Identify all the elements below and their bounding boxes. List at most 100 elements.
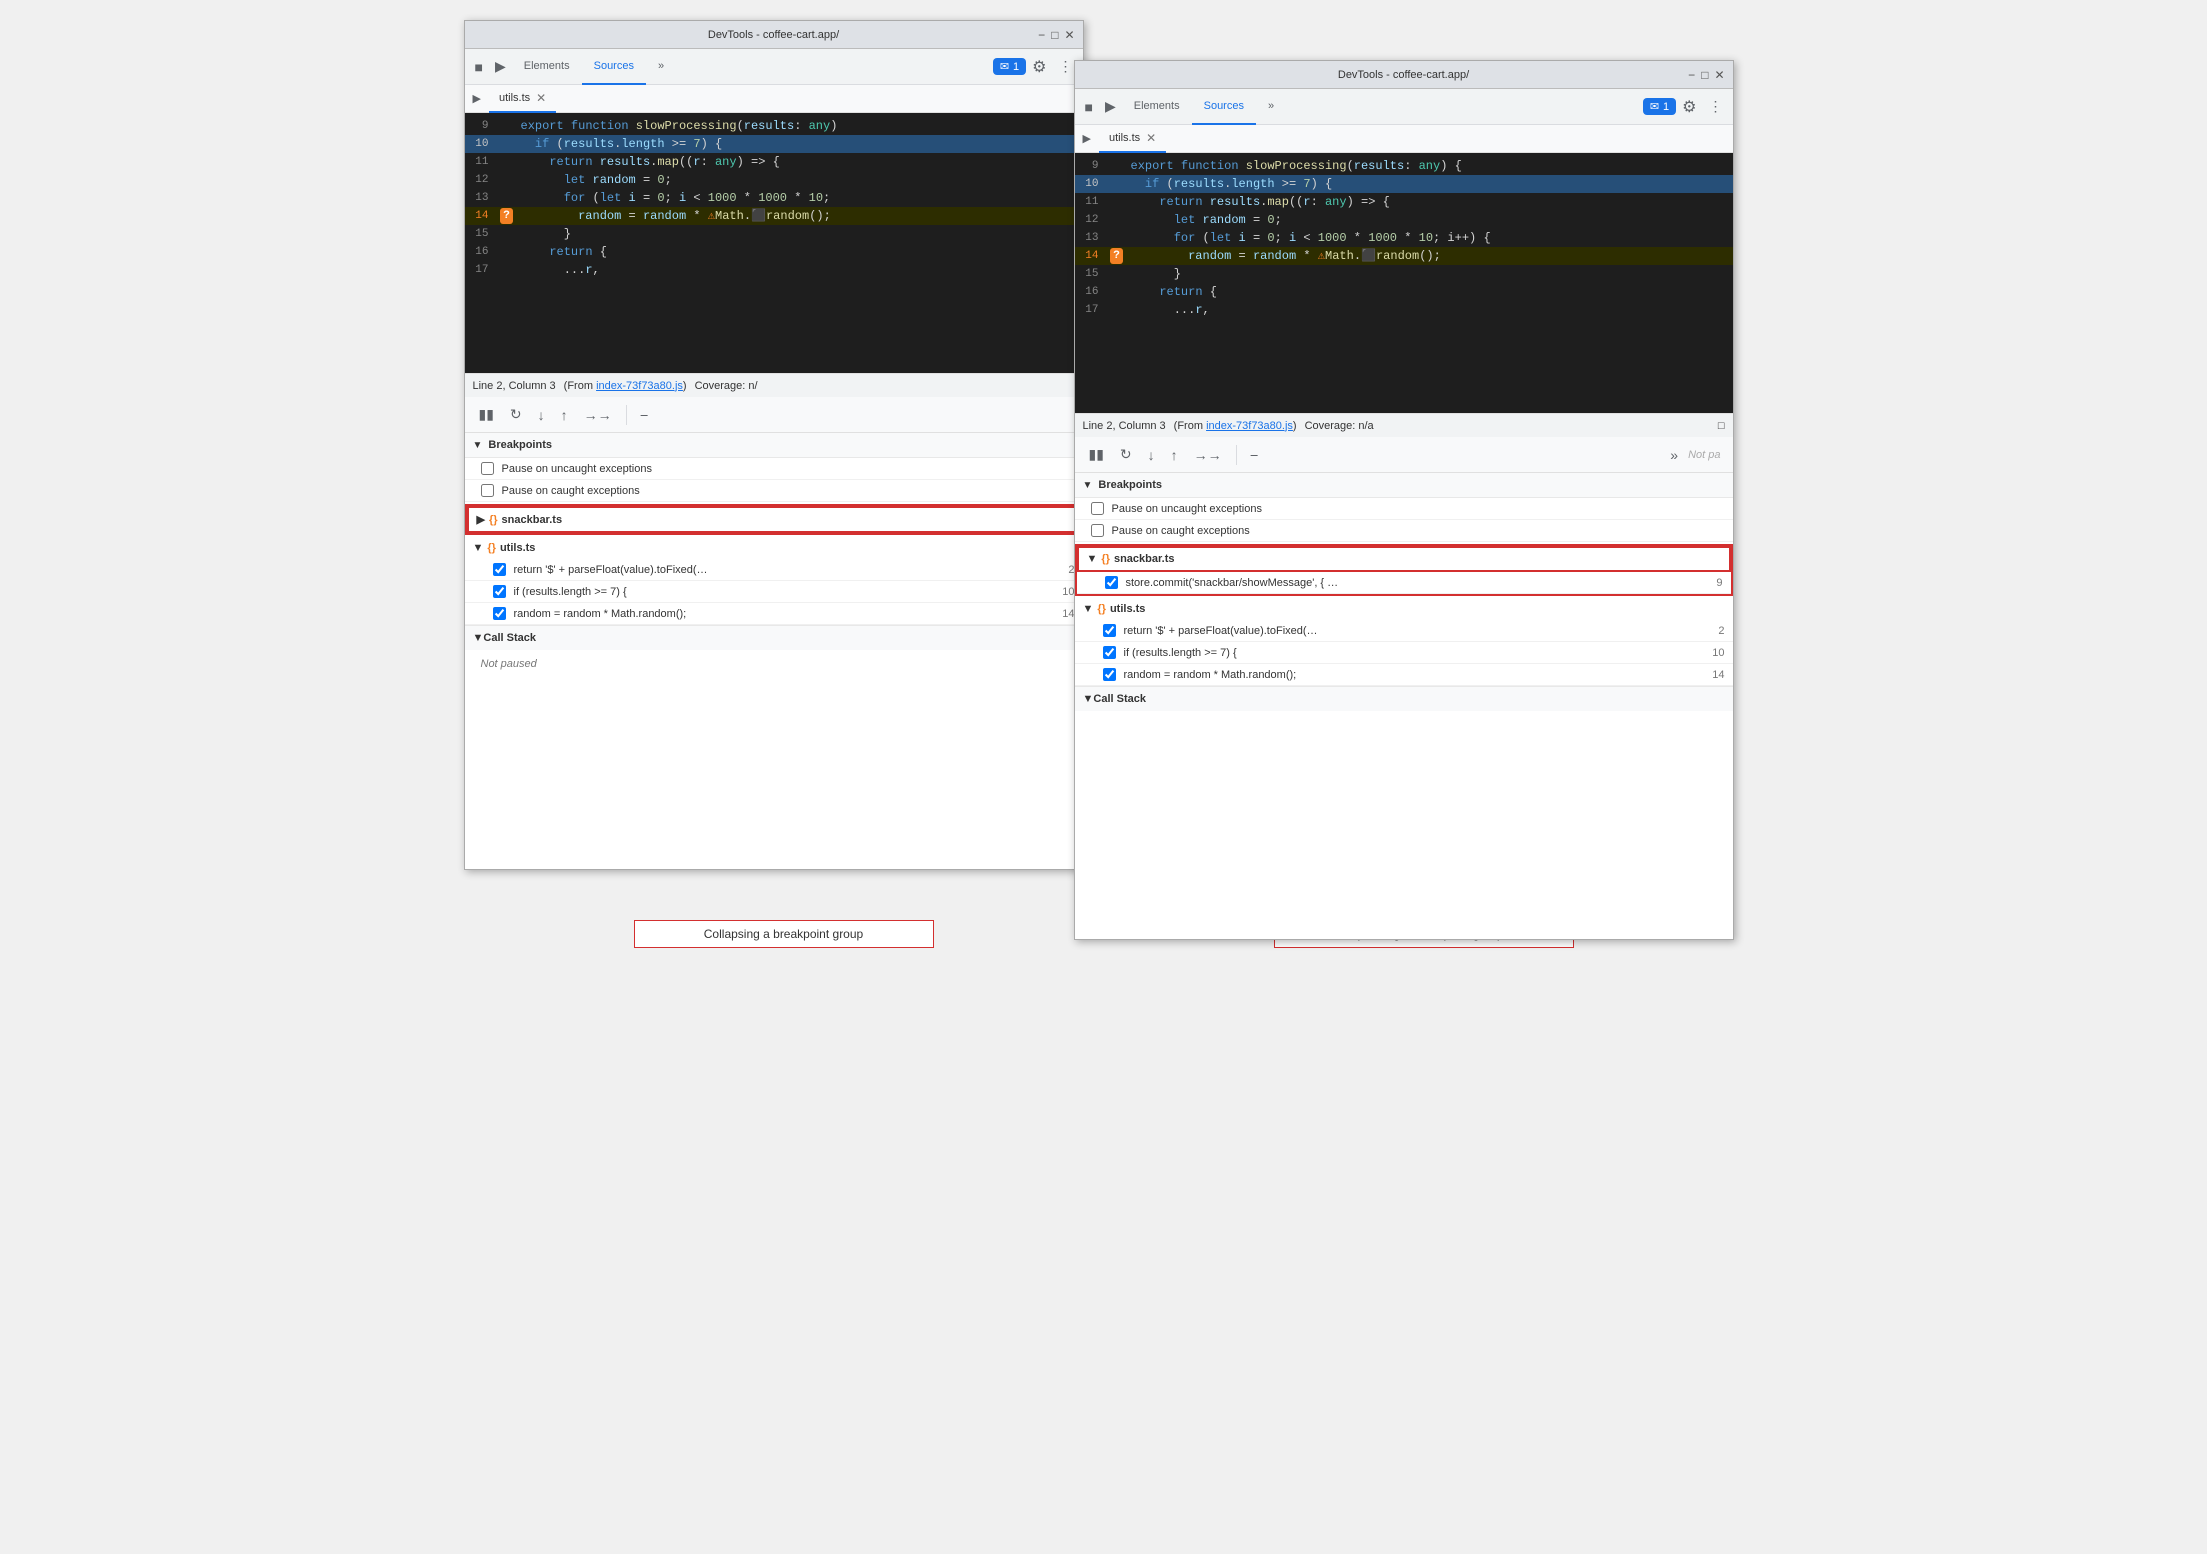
bp-checkbox-utils-2-left[interactable] [493, 607, 506, 620]
step-into-btn-right[interactable]: ↓ [1142, 443, 1161, 467]
file-tab-utils-right[interactable]: utils.ts ✕ [1099, 125, 1166, 153]
sidebar-toggle-right[interactable]: ▶ [1083, 132, 1091, 145]
tab-elements-right[interactable]: Elements [1122, 89, 1192, 125]
chat-badge-left[interactable]: ✉ 1 [993, 58, 1026, 75]
utils-group-header-left[interactable]: ▼ {} utils.ts [465, 537, 1083, 559]
left-file-tab-bar: ▶ utils.ts ✕ [465, 85, 1083, 113]
tab-more-left[interactable]: » [646, 49, 676, 85]
left-breakpoints-panel: ▼ Breakpoints Pause on uncaught exceptio… [465, 433, 1083, 869]
right-status-bar: Line 2, Column 3 (From index-73f73a80.js… [1075, 413, 1733, 437]
tab-more-right[interactable]: » [1256, 89, 1286, 125]
breakpoints-arrow-right: ▼ [1083, 480, 1093, 491]
code-line-13-right: 13 for (let i = 0; i < 1000 * 1000 * 10;… [1075, 229, 1733, 247]
bp-checkbox-snackbar-0-right[interactable] [1105, 576, 1118, 589]
breakpoints-header-left[interactable]: ▼ Breakpoints [465, 433, 1083, 458]
pause-uncaught-checkbox-left[interactable] [481, 462, 494, 475]
call-stack-header-left[interactable]: ▼ Call Stack [465, 625, 1083, 650]
code-line-14-left: 14 ? random = random * ⚠Math.⬛random(); [465, 207, 1083, 225]
step-out-btn-right[interactable]: ↑ [1165, 443, 1184, 467]
tab-sources-right[interactable]: Sources [1192, 89, 1256, 125]
utils-group-left: ▼ {} utils.ts return '$' + parseFloat(va… [465, 537, 1083, 625]
close-file-tab-left[interactable]: ✕ [536, 91, 546, 105]
pause-caught-left: Pause on caught exceptions [465, 480, 1083, 502]
code-line-10-right: 10 if (results.length >= 7) { [1075, 175, 1733, 193]
restore-icon[interactable]: □ [1051, 28, 1058, 42]
bp-item-utils-0-right: return '$' + parseFloat(value).toFixed(…… [1075, 620, 1733, 642]
pause-caught-checkbox-left[interactable] [481, 484, 494, 497]
minimize-icon-right[interactable]: − [1688, 68, 1695, 82]
bp-checkbox-utils-2-right[interactable] [1103, 668, 1116, 681]
deactivate-btn-left[interactable]: ⎯ [635, 402, 654, 427]
deactivate-btn-right[interactable]: ⎯ [1245, 442, 1264, 467]
source-file-link-right[interactable]: index-73f73a80.js [1206, 420, 1293, 432]
code-line-16-left: 16 return { [465, 243, 1083, 261]
breakpoints-header-right[interactable]: ▼ Breakpoints [1075, 473, 1733, 498]
snackbar-group-header-left[interactable]: ▶ {} snackbar.ts [467, 506, 1081, 533]
more-icon-right[interactable]: ⋮ [1703, 94, 1729, 119]
left-tab-bar: ■ ▶ Elements Sources » ✉ 1 ⚙ ⋮ [465, 49, 1083, 85]
left-debugger-toolbar: ▮▮ ↻ ↓ ↑ →→ ⎯ [465, 397, 1083, 433]
bp-checkbox-utils-0-left[interactable] [493, 563, 506, 576]
pause-caught-right: Pause on caught exceptions [1075, 520, 1733, 542]
code-line-12-right: 12 let random = 0; [1075, 211, 1733, 229]
step-over-btn-left[interactable]: ↻ [504, 402, 528, 427]
line-col-left: Line 2, Column 3 [473, 380, 556, 392]
step-over-btn-right[interactable]: ↻ [1114, 442, 1138, 467]
tab-sources-left[interactable]: Sources [582, 49, 646, 85]
settings-icon-right[interactable]: ⚙ [1676, 93, 1702, 121]
bp-checkbox-utils-1-right[interactable] [1103, 646, 1116, 659]
utils-bp-icon-right: {} [1097, 603, 1106, 615]
step-btn-right[interactable]: →→ [1188, 443, 1228, 467]
close-file-tab-right[interactable]: ✕ [1146, 131, 1156, 145]
source-file-link-left[interactable]: index-73f73a80.js [596, 380, 683, 392]
pause-resume-btn-left[interactable]: ▮▮ [473, 402, 500, 427]
chat-badge-right[interactable]: ✉ 1 [1643, 98, 1676, 115]
pause-resume-btn-right[interactable]: ▮▮ [1083, 442, 1110, 467]
pause-uncaught-right: Pause on uncaught exceptions [1075, 498, 1733, 520]
close-icon[interactable]: ✕ [1064, 28, 1074, 42]
collapse-btn-right[interactable]: □ [1718, 420, 1725, 432]
right-debugger-toolbar: ▮▮ ↻ ↓ ↑ →→ ⎯ » Not pa [1075, 437, 1733, 473]
call-stack-header-right[interactable]: ▼ Call Stack [1075, 686, 1733, 711]
left-status-bar: Line 2, Column 3 (From index-73f73a80.js… [465, 373, 1083, 397]
code-line-12-left: 12 let random = 0; [465, 171, 1083, 189]
inspect-icon-right[interactable]: ■ [1079, 95, 1099, 119]
settings-icon-left[interactable]: ⚙ [1026, 53, 1052, 81]
tab-elements-left[interactable]: Elements [512, 49, 582, 85]
minimize-icon[interactable]: − [1038, 28, 1045, 42]
step-btn-left[interactable]: →→ [578, 403, 618, 427]
device-icon[interactable]: ▶ [489, 54, 512, 79]
snackbar-arrow-left: ▶ [477, 513, 485, 526]
code-line-10-left: 10 if (results.length >= 7) { [465, 135, 1083, 153]
left-devtools-window: DevTools - coffee-cart.app/ − □ ✕ ■ ▶ El… [464, 20, 1084, 870]
sidebar-toggle-left[interactable]: ▶ [473, 92, 481, 105]
restore-icon-right[interactable]: □ [1701, 68, 1708, 82]
utils-group-header-right[interactable]: ▼ {} utils.ts [1075, 598, 1733, 620]
bp-item-utils-2-right: random = random * Math.random(); 14 [1075, 664, 1733, 686]
left-window-controls: − □ ✕ [1038, 28, 1074, 42]
pause-uncaught-checkbox-right[interactable] [1091, 502, 1104, 515]
from-label-right: (From index-73f73a80.js) [1174, 420, 1297, 432]
device-icon-right[interactable]: ▶ [1099, 94, 1122, 119]
left-code-lines: 9 export function slowProcessing(results… [465, 113, 1083, 283]
right-title-bar: DevTools - coffee-cart.app/ − □ ✕ [1075, 61, 1733, 89]
pause-caught-checkbox-right[interactable] [1091, 524, 1104, 537]
from-label-left: (From index-73f73a80.js) [564, 380, 687, 392]
snackbar-group-right: ▼ {} snackbar.ts store.commit('snackbar/… [1075, 544, 1733, 596]
bp-item-utils-1-left: if (results.length >= 7) { 10 [465, 581, 1083, 603]
step-into-btn-left[interactable]: ↓ [532, 403, 551, 427]
code-line-9-right: 9 export function slowProcessing(results… [1075, 157, 1733, 175]
bp-checkbox-utils-1-left[interactable] [493, 585, 506, 598]
utils-arrow-left: ▼ [473, 542, 484, 554]
close-icon-right[interactable]: ✕ [1714, 68, 1724, 82]
code-line-11-right: 11 return results.map((r: any) => { [1075, 193, 1733, 211]
snackbar-group-header-right[interactable]: ▼ {} snackbar.ts [1077, 546, 1731, 572]
bp-checkbox-utils-0-right[interactable] [1103, 624, 1116, 637]
file-tab-utils-left[interactable]: utils.ts ✕ [489, 85, 556, 113]
more-dbg-btn-right[interactable]: » [1664, 443, 1684, 467]
toolbar-sep-left [626, 405, 627, 425]
step-out-btn-left[interactable]: ↑ [555, 403, 574, 427]
code-line-9-left: 9 export function slowProcessing(results… [465, 117, 1083, 135]
right-code-area: 9 export function slowProcessing(results… [1075, 153, 1733, 413]
inspect-icon[interactable]: ■ [469, 55, 489, 79]
